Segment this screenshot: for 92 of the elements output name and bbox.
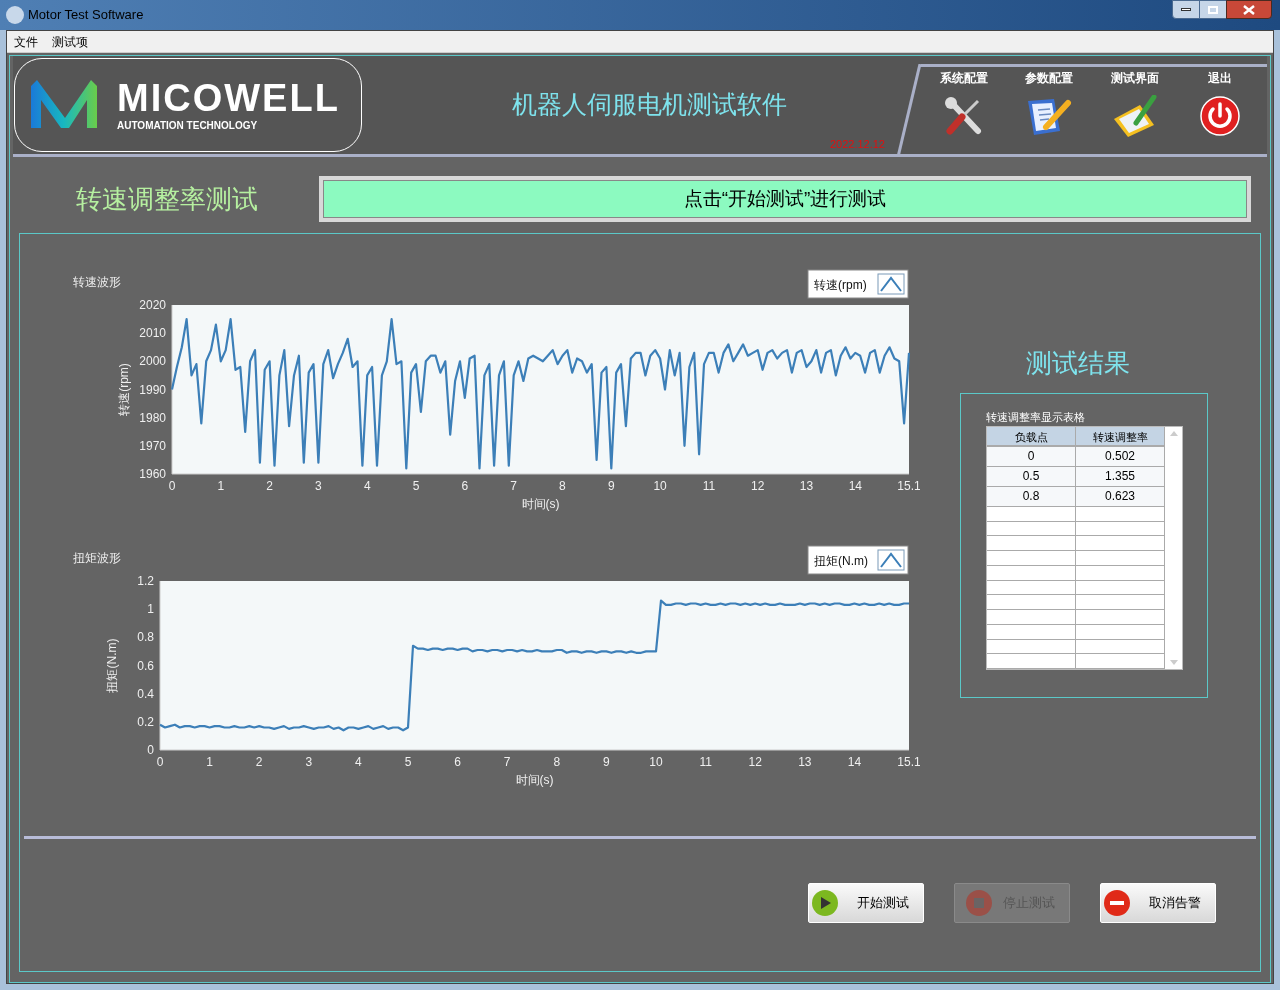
y-tick-label: 1 bbox=[147, 602, 154, 617]
maximize-button[interactable] bbox=[1200, 0, 1226, 19]
x-tick-label: 13 bbox=[798, 755, 812, 769]
menu-item[interactable]: 文件 bbox=[14, 32, 38, 51]
x-tick-label: 9 bbox=[607, 479, 615, 493]
y-tick-label: 2020 bbox=[139, 298, 166, 312]
play-icon bbox=[811, 889, 839, 917]
x-tick-label: 1 bbox=[206, 755, 213, 769]
legend-label: 转速(rpm) bbox=[814, 278, 867, 292]
x-tick-label: 6 bbox=[461, 479, 469, 493]
logo-wordmark: MICOWELL bbox=[117, 77, 340, 118]
x-tick-label: 6 bbox=[454, 755, 461, 769]
scroll-up-icon bbox=[1169, 431, 1178, 436]
x-tick-label: 9 bbox=[603, 755, 610, 769]
x-tick-label: 12 bbox=[748, 755, 762, 769]
y-tick-label: 1960 bbox=[139, 467, 166, 481]
table-cell: 0.5 bbox=[987, 467, 1076, 486]
y-tick-label: 0.4 bbox=[137, 686, 154, 701]
minimize-button[interactable] bbox=[1172, 0, 1200, 19]
x-tick-label: 5 bbox=[412, 479, 420, 493]
y-tick-label: 0 bbox=[147, 743, 154, 757]
x-tick-label: 1 bbox=[217, 479, 225, 493]
x-tick-label: 11 bbox=[702, 479, 716, 493]
chart-title: 扭矩波形 bbox=[73, 551, 121, 565]
y-axis-label: 扭矩(N.m) bbox=[105, 638, 119, 693]
legend-label: 扭矩(N.m) bbox=[814, 554, 868, 568]
x-tick-label: 5 bbox=[404, 755, 412, 769]
x-tick-label: 0 bbox=[156, 755, 164, 769]
y-tick-label: 2000 bbox=[139, 354, 166, 369]
table-cell: 0.502 bbox=[1076, 447, 1165, 466]
logo-tagline: AUTOMATION TECHNOLOGY bbox=[117, 118, 259, 133]
x-tick-label: 8 bbox=[553, 755, 561, 769]
x-tick-label: 15.1 bbox=[897, 479, 920, 493]
x-tick-label: 10 bbox=[653, 479, 667, 493]
close-icon bbox=[1243, 4, 1255, 15]
action-button[interactable]: 开始测试 bbox=[808, 883, 924, 923]
table-cell: 0 bbox=[987, 447, 1076, 466]
x-tick-label: 14 bbox=[848, 479, 862, 493]
app-title: 机器人伺服电机测试软件 bbox=[512, 89, 787, 121]
chart-title: 转速波形 bbox=[73, 275, 121, 289]
y-tick-label: 0.8 bbox=[137, 630, 154, 645]
minus-circle-icon bbox=[1103, 889, 1131, 917]
results-title: 测试结果 bbox=[1026, 347, 1130, 380]
status-banner: 点击“开始测试”进行测试 bbox=[319, 176, 1251, 222]
y-tick-label: 1980 bbox=[139, 410, 166, 425]
column-header: 负载点 bbox=[987, 427, 1076, 445]
action-button[interactable]: 取消告警 bbox=[1100, 883, 1216, 923]
x-tick-label: 7 bbox=[510, 479, 517, 493]
x-tick-label: 3 bbox=[315, 479, 322, 493]
nav-button[interactable]: 退出 bbox=[1180, 67, 1261, 154]
app-icon bbox=[6, 6, 24, 24]
x-tick-label: 10 bbox=[649, 755, 663, 769]
table-cell: 0.623 bbox=[1076, 487, 1165, 506]
test-title: 转速调整率测试 bbox=[75, 182, 259, 216]
legend: 转速(rpm) bbox=[807, 269, 909, 299]
y-axis-label: 转速(rpm) bbox=[117, 363, 131, 416]
y-tick-label: 1990 bbox=[139, 382, 166, 397]
date-label: 2022.12.12 bbox=[829, 136, 885, 152]
nav-button[interactable]: 系统配置 bbox=[923, 67, 1004, 154]
x-tick-label: 3 bbox=[305, 755, 313, 769]
y-tick-label: 1.2 bbox=[137, 574, 154, 588]
x-tick-label: 11 bbox=[699, 755, 712, 769]
y-tick-label: 0.6 bbox=[137, 658, 154, 673]
column-header: 转速调整率 bbox=[1076, 427, 1165, 445]
x-tick-label: 12 bbox=[751, 479, 765, 493]
x-tick-label: 15.1 bbox=[897, 755, 920, 769]
close-button[interactable] bbox=[1226, 0, 1272, 19]
x-tick-label: 13 bbox=[799, 479, 814, 493]
window-title: Motor Test Software bbox=[28, 6, 144, 25]
x-axis-label: 时间(s) bbox=[515, 773, 554, 787]
table-caption: 转速调整率显示表格 bbox=[986, 410, 1086, 424]
stop-icon bbox=[965, 889, 993, 917]
x-axis-label: 时间(s) bbox=[521, 497, 560, 511]
x-tick-label: 2 bbox=[266, 479, 273, 493]
x-tick-label: 4 bbox=[355, 755, 362, 769]
x-tick-label: 2 bbox=[255, 755, 263, 769]
x-tick-label: 4 bbox=[363, 479, 371, 493]
x-tick-label: 8 bbox=[559, 479, 566, 493]
menu-item[interactable]: 测试项 bbox=[52, 32, 88, 51]
table-cell: 0.8 bbox=[987, 487, 1076, 506]
x-tick-label: 0 bbox=[168, 479, 176, 493]
power-icon bbox=[1199, 95, 1242, 137]
table-cell: 1.355 bbox=[1076, 467, 1165, 486]
nav-button[interactable]: 测试界面 bbox=[1094, 67, 1175, 154]
legend: 扭矩(N.m) bbox=[807, 545, 909, 575]
y-tick-label: 1970 bbox=[139, 438, 166, 453]
nav-button[interactable]: 参数配置 bbox=[1009, 67, 1090, 154]
scroll-down-icon bbox=[1169, 660, 1178, 665]
x-tick-label: 7 bbox=[503, 755, 511, 769]
y-tick-label: 2010 bbox=[139, 326, 166, 341]
y-tick-label: 0.2 bbox=[137, 714, 154, 729]
x-tick-label: 14 bbox=[847, 755, 862, 769]
